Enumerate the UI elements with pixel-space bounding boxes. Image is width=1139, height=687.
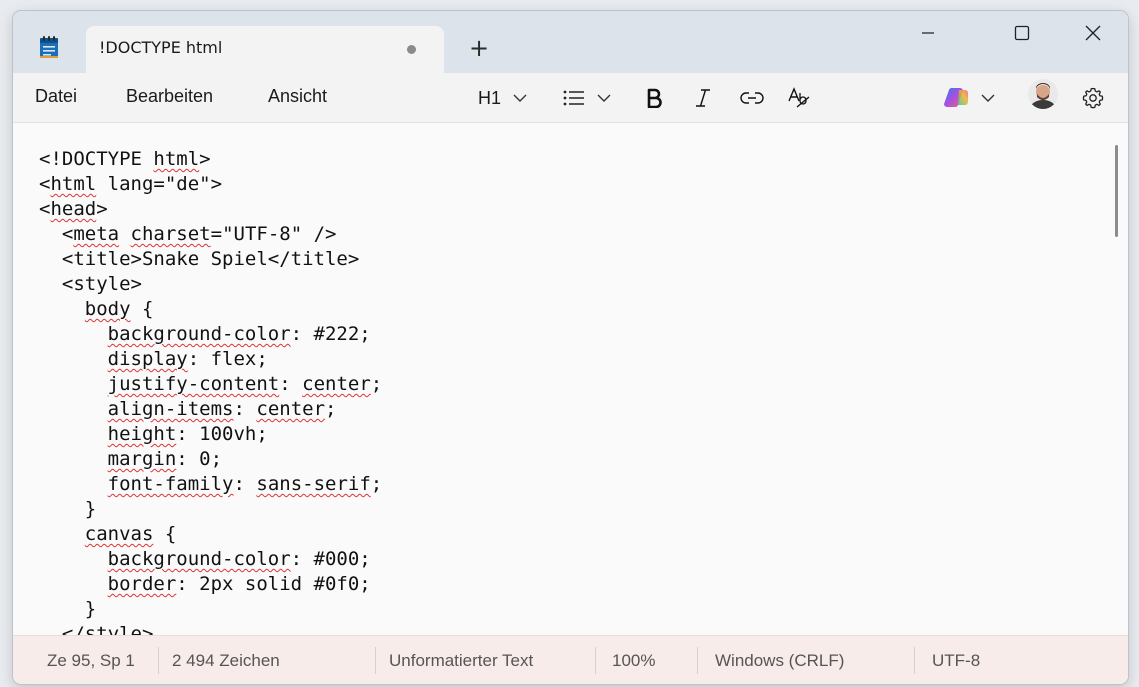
copilot-icon — [944, 87, 968, 108]
new-tab-button[interactable]: + — [465, 34, 493, 62]
status-bar: Ze 95, Sp 1 2 494 Zeichen Unformatierter… — [13, 635, 1128, 684]
heading-dropdown[interactable]: H1 — [478, 85, 527, 111]
status-divider — [914, 647, 915, 674]
text-editor[interactable]: <!DOCTYPE html> <html lang="de"> <head> … — [13, 123, 1128, 635]
chevron-down-icon — [513, 94, 527, 102]
code-line: } — [39, 598, 97, 620]
avatar-icon — [1028, 79, 1058, 109]
link-button[interactable] — [740, 85, 764, 111]
cursor-position: Ze 95, Sp 1 — [47, 651, 135, 670]
code-line: display: flex; — [107, 348, 268, 370]
settings-button[interactable] — [1082, 85, 1104, 111]
minimize-icon — [922, 32, 934, 34]
code-line: canvas { — [84, 523, 177, 545]
gear-icon — [1082, 87, 1104, 109]
list-icon — [563, 90, 584, 106]
code-line: <head> — [39, 198, 108, 220]
notepad-app-icon — [40, 36, 58, 58]
notepad-window: !DOCTYPE html + Datei Bearbeiten Ansicht… — [13, 11, 1128, 684]
code-line: <title>Snake Spiel</title> — [39, 248, 360, 270]
character-count: 2 494 Zeichen — [172, 651, 280, 670]
status-divider — [158, 647, 159, 674]
code-line: <meta charset="UTF-8" /> — [39, 223, 337, 245]
code-line: background-color: #222; — [107, 323, 371, 345]
code-line: height: 100vh; — [107, 423, 268, 445]
code-line: } — [39, 498, 97, 520]
status-divider — [595, 647, 596, 674]
tab-title: !DOCTYPE html — [99, 38, 223, 57]
unsaved-dot-icon[interactable] — [407, 45, 416, 54]
heading-label: H1 — [478, 87, 502, 108]
menu-view[interactable]: Ansicht — [268, 86, 327, 107]
code-line: </style> — [39, 623, 154, 635]
status-divider — [697, 647, 698, 674]
code-line: justify-content: center; — [107, 373, 383, 395]
vertical-scrollbar[interactable] — [1115, 145, 1118, 237]
encoding[interactable]: UTF-8 — [932, 651, 980, 671]
title-bar: !DOCTYPE html + — [13, 11, 1128, 74]
code-line: background-color: #000; — [107, 548, 371, 570]
list-dropdown[interactable] — [563, 85, 611, 111]
spellcheck-icon — [788, 87, 810, 108]
minimize-button[interactable] — [905, 17, 951, 49]
bold-button[interactable] — [646, 85, 662, 111]
text-format[interactable]: Unformatierter Text — [389, 651, 533, 671]
maximize-icon — [1014, 25, 1030, 41]
chevron-down-icon — [981, 94, 995, 102]
account-avatar-button[interactable] — [1028, 79, 1058, 109]
line-ending[interactable]: Windows (CRLF) — [715, 651, 844, 671]
code-line: align-items: center; — [107, 398, 337, 420]
italic-icon — [696, 89, 710, 107]
bold-icon — [647, 88, 662, 108]
chevron-down-icon — [597, 94, 611, 102]
menu-toolbar: Datei Bearbeiten Ansicht H1 — [13, 73, 1128, 123]
link-icon — [740, 92, 764, 104]
italic-button[interactable] — [694, 85, 712, 111]
close-icon — [1085, 25, 1101, 41]
status-divider — [375, 647, 376, 674]
code-line: font-family: sans-serif; — [107, 473, 383, 495]
spellcheck-button[interactable] — [787, 85, 811, 111]
code-line: <html lang="de"> — [39, 173, 223, 195]
copilot-dropdown[interactable] — [943, 85, 995, 111]
code-line: border: 2px solid #0f0; — [107, 573, 371, 595]
menu-edit[interactable]: Bearbeiten — [126, 86, 213, 107]
menu-file[interactable]: Datei — [35, 86, 77, 107]
code-line: margin: 0; — [107, 448, 223, 470]
code-line: <!DOCTYPE html> — [39, 148, 211, 170]
code-line: <style> — [39, 273, 142, 295]
code-line: body { — [84, 298, 154, 320]
editor-content[interactable]: <!DOCTYPE html> <html lang="de"> <head> … — [39, 147, 382, 635]
maximize-button[interactable] — [999, 17, 1045, 49]
tab-active[interactable]: !DOCTYPE html — [86, 26, 444, 74]
zoom-level[interactable]: 100% — [612, 651, 655, 671]
close-button[interactable] — [1070, 17, 1116, 49]
